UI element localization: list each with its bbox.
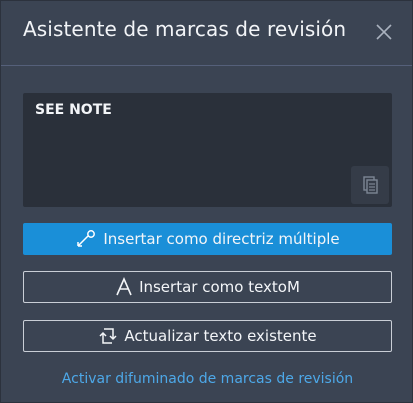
markup-assist-dialog: Asistente de marcas de revisión SEE NOTE	[0, 0, 413, 403]
insert-mtext-button[interactable]: Insertar como textoM	[23, 271, 392, 303]
update-text-icon	[99, 328, 117, 344]
markup-text-area[interactable]: SEE NOTE	[23, 93, 392, 207]
close-button[interactable]	[373, 21, 395, 43]
insert-multileader-label: Insertar como directriz múltiple	[103, 230, 340, 248]
update-text-label: Actualizar texto existente	[124, 327, 317, 345]
copy-icon	[363, 176, 378, 194]
close-icon	[376, 24, 392, 40]
toggle-markup-fade-link[interactable]: Activar difuminado de marcas de revisión	[1, 371, 413, 387]
update-text-button[interactable]: Actualizar texto existente	[23, 320, 392, 352]
markup-text-value: SEE NOTE	[35, 102, 112, 118]
copy-button[interactable]	[351, 166, 389, 204]
text-a-icon	[116, 277, 132, 296]
insert-multileader-button[interactable]: Insertar como directriz múltiple	[23, 223, 392, 255]
dialog-title: Asistente de marcas de revisión	[23, 17, 347, 41]
insert-mtext-label: Insertar como textoM	[139, 278, 300, 296]
dialog-titlebar: Asistente de marcas de revisión	[1, 1, 412, 66]
multileader-icon	[77, 230, 96, 247]
